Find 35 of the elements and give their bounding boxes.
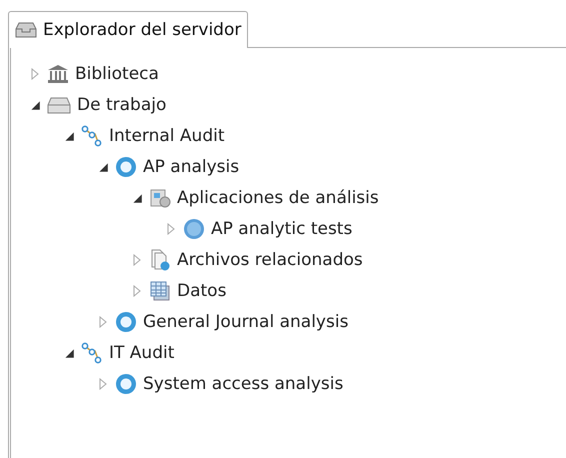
explorer-tab[interactable]: Explorador del servidor <box>8 11 248 48</box>
tree-item-label[interactable]: Datos <box>177 280 226 300</box>
collapsed-arrow-icon[interactable] <box>97 316 109 328</box>
tree-item-label[interactable]: System access analysis <box>143 374 344 394</box>
building-icon <box>47 64 69 84</box>
tray-icon <box>15 21 37 39</box>
ring-icon <box>115 156 137 178</box>
collapsed-arrow-icon[interactable] <box>131 284 143 296</box>
expanded-arrow-icon[interactable] <box>63 346 75 358</box>
tray-icon <box>47 94 71 114</box>
badge-icon <box>183 218 205 240</box>
tree-item-label[interactable]: Aplicaciones de análisis <box>177 188 379 208</box>
collapsed-arrow-icon[interactable] <box>165 222 177 234</box>
document-icon <box>149 248 171 270</box>
tree-item-label[interactable]: IT Audit <box>109 342 174 362</box>
expanded-arrow-icon[interactable] <box>29 98 41 110</box>
tree-item-label[interactable]: De trabajo <box>77 94 166 114</box>
tree-item-label[interactable]: AP analytic tests <box>211 218 352 238</box>
tree-item-label[interactable]: AP analysis <box>143 156 240 176</box>
tree-item-label[interactable]: Archivos relacionados <box>177 250 363 270</box>
collapsed-arrow-icon[interactable] <box>97 378 109 390</box>
collapsed-arrow-icon[interactable] <box>29 68 41 80</box>
ring-icon <box>115 310 137 332</box>
table-icon <box>149 280 171 302</box>
expanded-arrow-icon[interactable] <box>131 192 143 204</box>
connected-nodes-icon <box>81 124 103 146</box>
expanded-arrow-icon[interactable] <box>97 160 109 172</box>
connected-nodes-icon <box>81 342 103 364</box>
expanded-arrow-icon[interactable] <box>63 130 75 142</box>
tree-item-label[interactable]: Internal Audit <box>109 126 225 146</box>
ring-icon <box>115 372 137 394</box>
tree-item-label[interactable]: General Journal analysis <box>143 312 348 332</box>
gear-document-icon <box>149 186 171 208</box>
collapsed-arrow-icon[interactable] <box>131 254 143 266</box>
tree-item-label[interactable]: Biblioteca <box>75 64 159 84</box>
